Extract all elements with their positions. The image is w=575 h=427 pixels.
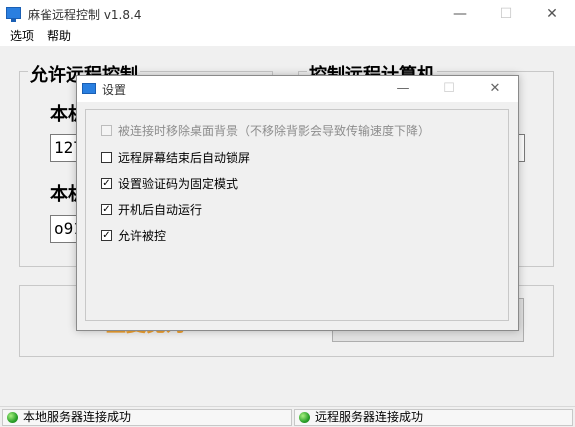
checkbox[interactable] (101, 152, 112, 163)
remote-status-panel: 远程服务器连接成功 (294, 409, 573, 426)
setting-label: 允许被控 (118, 229, 167, 243)
menu-help[interactable]: 帮助 (47, 28, 71, 44)
menu-bar: 选项 帮助 (0, 28, 575, 46)
minimize-button[interactable]: — (437, 0, 483, 28)
checkbox-checked[interactable]: ✓ (101, 204, 112, 215)
monitor-icon (82, 83, 96, 94)
checkbox[interactable] (101, 125, 112, 136)
title-bar: 麻雀远程控制 v1.8.4 — ☐ ✕ (0, 0, 575, 28)
status-ok-icon (299, 412, 310, 423)
monitor-icon (6, 7, 21, 22)
setting-label: 开机后自动运行 (118, 203, 203, 217)
setting-label: 远程屏幕结束后自动锁屏 (118, 151, 251, 165)
dialog-title: 设置 (102, 83, 127, 97)
setting-label: 被连接时移除桌面背景（不移除背影会导致传输速度下降） (118, 124, 431, 138)
settings-dialog: 设置 — ☐ ✕ 被连接时移除桌面背景（不移除背影会导致传输速度下降） 远程屏幕… (76, 75, 519, 331)
dialog-close-button[interactable]: ✕ (472, 76, 518, 102)
close-button[interactable]: ✕ (529, 0, 575, 28)
checkbox-checked[interactable]: ✓ (101, 230, 112, 241)
window-title: 麻雀远程控制 v1.8.4 (28, 8, 142, 22)
dialog-minimize-button[interactable]: — (380, 76, 426, 102)
menu-options[interactable]: 选项 (10, 28, 34, 44)
status-bar: 本地服务器连接成功 远程服务器连接成功 (0, 406, 575, 427)
checkbox-checked[interactable]: ✓ (101, 178, 112, 189)
dialog-title-bar: 设置 — ☐ ✕ (77, 76, 518, 102)
remote-status-text: 远程服务器连接成功 (315, 410, 424, 424)
dialog-maximize-button[interactable]: ☐ (426, 76, 472, 102)
setting-label: 设置验证码为固定模式 (118, 177, 239, 191)
maximize-button[interactable]: ☐ (483, 0, 529, 28)
local-status-text: 本地服务器连接成功 (23, 410, 132, 424)
local-status-panel: 本地服务器连接成功 (2, 409, 292, 426)
status-ok-icon (7, 412, 18, 423)
